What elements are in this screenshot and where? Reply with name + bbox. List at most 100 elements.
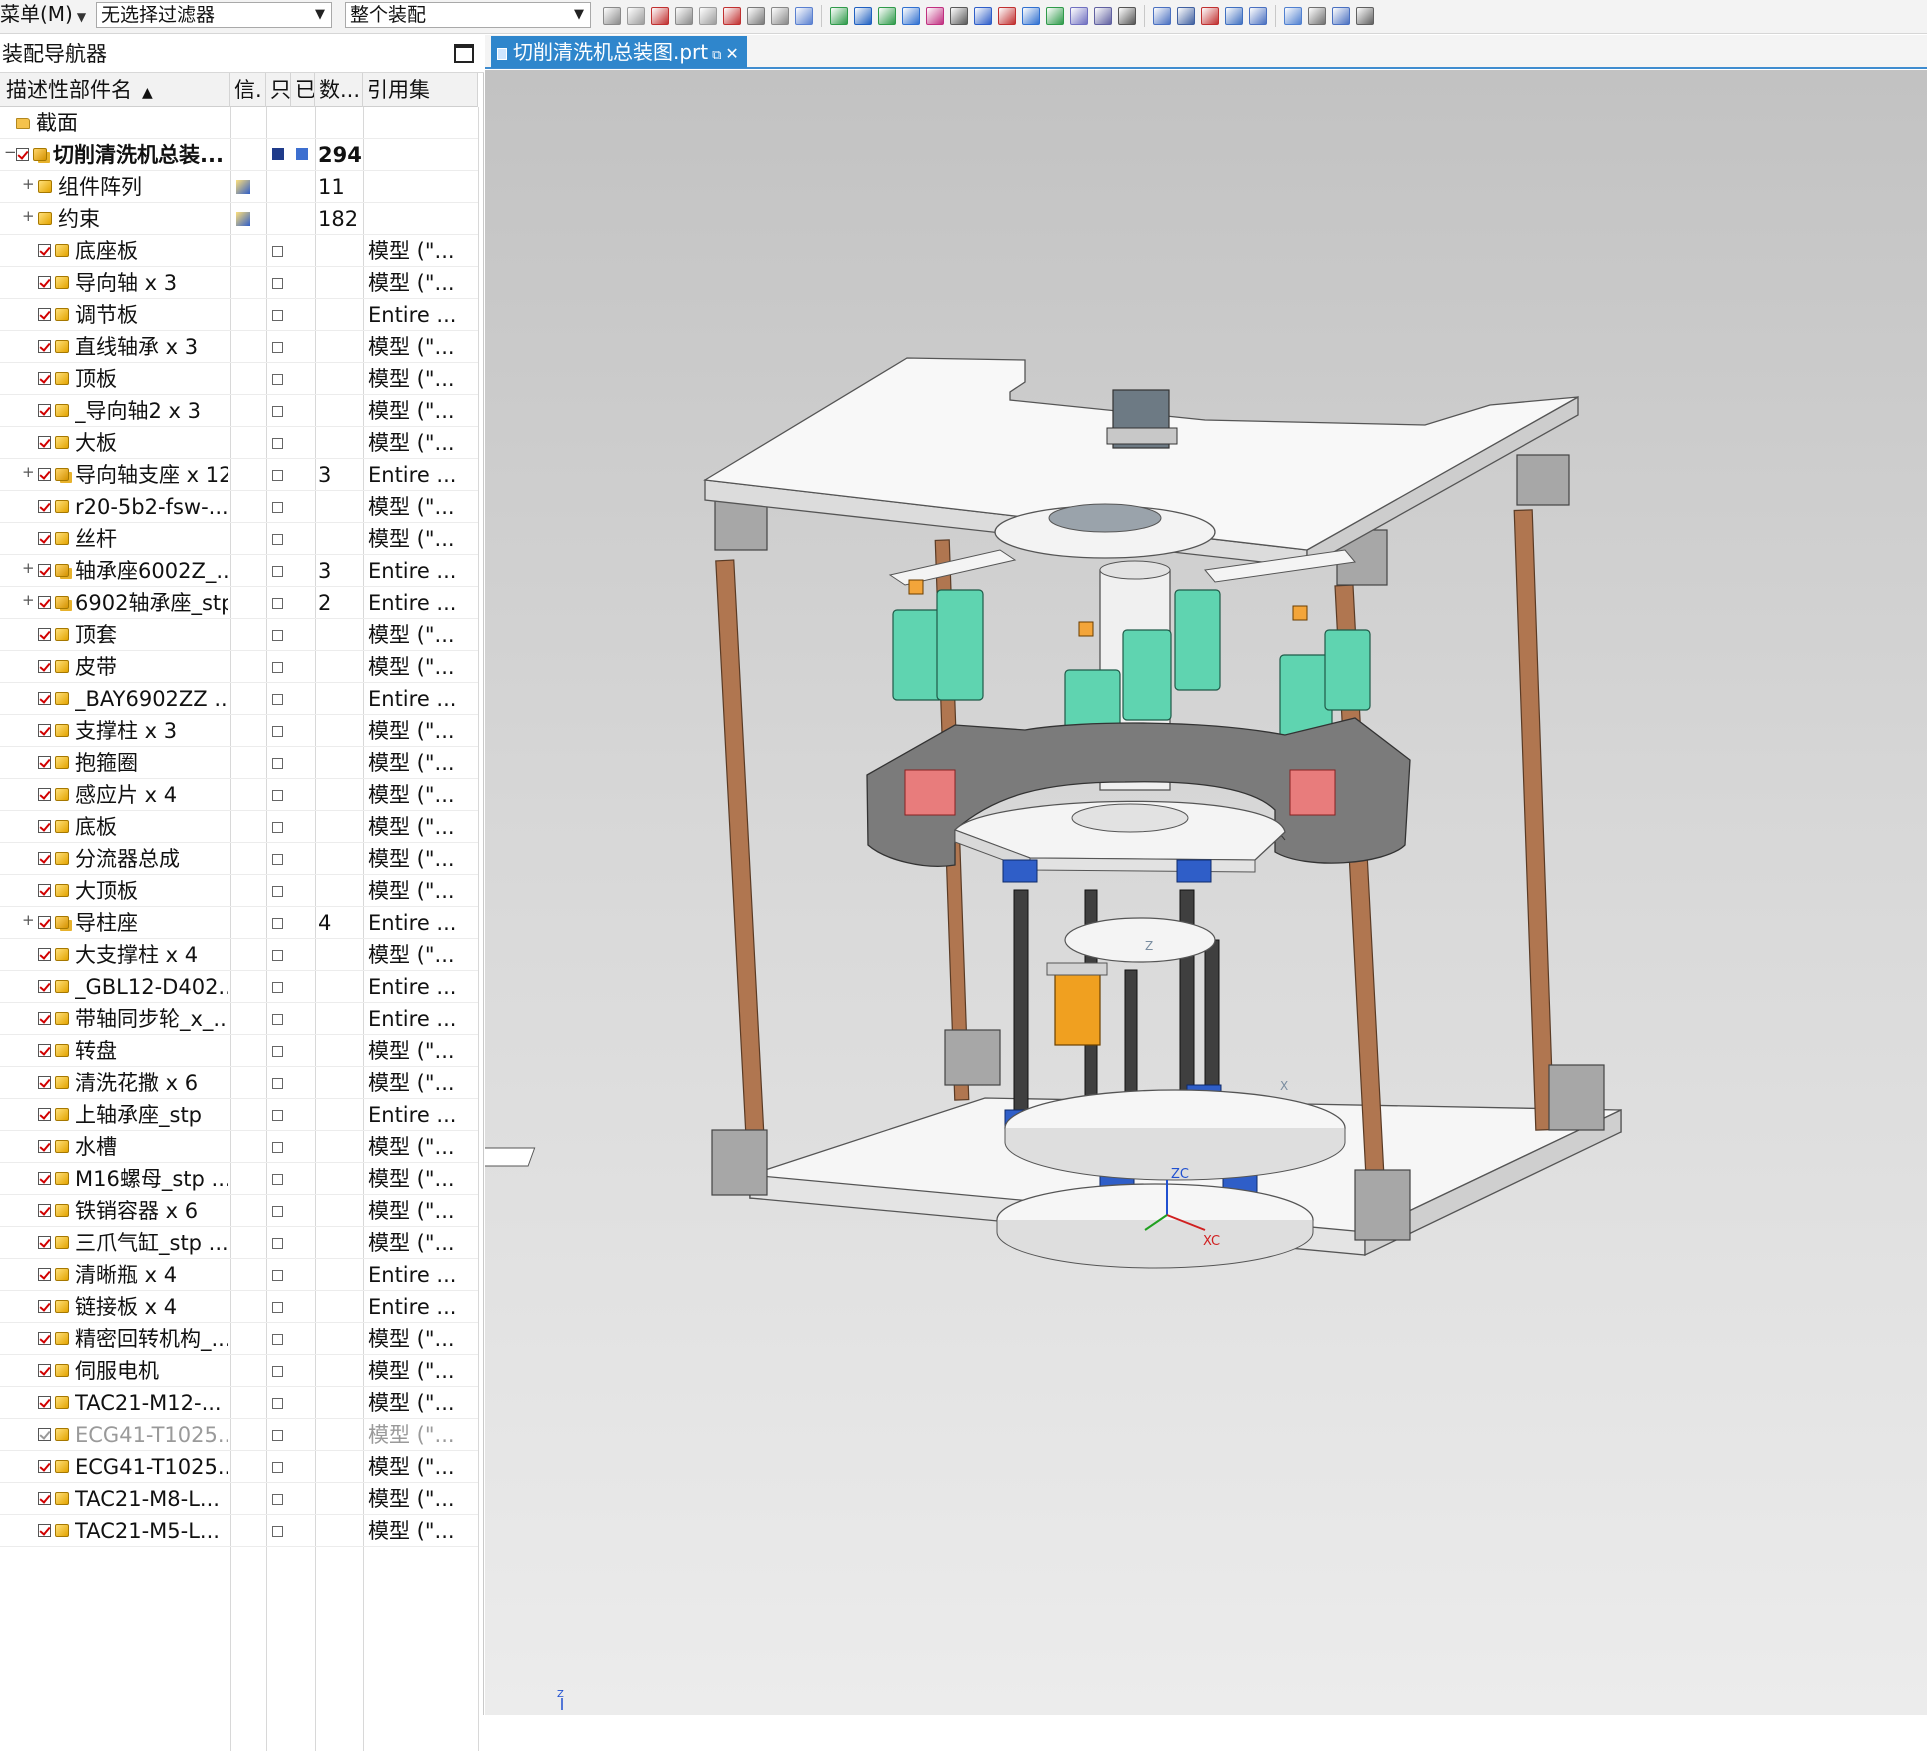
visibility-checkbox[interactable] bbox=[38, 884, 51, 897]
visibility-checkbox[interactable] bbox=[38, 596, 51, 609]
navigator-row[interactable]: + 组件阵列 11 bbox=[0, 171, 478, 203]
visibility-checkbox[interactable] bbox=[38, 1524, 51, 1537]
visibility-checkbox[interactable] bbox=[38, 692, 51, 705]
toolbar-tool-icon[interactable] bbox=[902, 7, 920, 25]
visibility-checkbox[interactable] bbox=[38, 1012, 51, 1025]
visibility-checkbox[interactable] bbox=[38, 276, 51, 289]
navigator-row[interactable]: 大支撑柱 x 4 模型 ("... bbox=[0, 939, 478, 971]
navigator-row[interactable]: 伺服电机 模型 ("... bbox=[0, 1355, 478, 1387]
collapse-icon[interactable]: − bbox=[4, 145, 17, 160]
toolbar-tool-icon[interactable] bbox=[998, 7, 1016, 25]
navigator-row[interactable]: 抱箍圈 模型 ("... bbox=[0, 747, 478, 779]
visibility-checkbox[interactable] bbox=[38, 244, 51, 257]
toolbar-tool-icon[interactable] bbox=[854, 7, 872, 25]
visibility-checkbox[interactable] bbox=[38, 564, 51, 577]
toolbar-tool-icon[interactable] bbox=[950, 7, 968, 25]
toolbar-tool-icon[interactable] bbox=[603, 7, 621, 25]
visibility-checkbox[interactable] bbox=[38, 1460, 51, 1473]
expand-icon[interactable]: + bbox=[22, 593, 35, 608]
toolbar-tool-icon[interactable] bbox=[1022, 7, 1040, 25]
maximize-icon[interactable] bbox=[454, 44, 474, 63]
toolbar-tool-icon[interactable] bbox=[926, 7, 944, 25]
navigator-row[interactable]: 导向轴 x 3 模型 ("... bbox=[0, 267, 478, 299]
navigator-row[interactable]: 水槽 模型 ("... bbox=[0, 1131, 478, 1163]
navigator-row[interactable]: + 约束 182 bbox=[0, 203, 478, 235]
navigator-row[interactable]: 顶套 模型 ("... bbox=[0, 619, 478, 651]
navigator-row[interactable]: 清洗花撒 x 6 模型 ("... bbox=[0, 1067, 478, 1099]
graphics-viewport[interactable]: ZC XC Z X Z bbox=[485, 70, 1927, 1715]
navigator-row[interactable]: ECG41-T1025... 模型 ("... bbox=[0, 1419, 478, 1451]
navigator-row[interactable]: 带轴同步轮_x_... Entire ... bbox=[0, 1003, 478, 1035]
navigator-row[interactable]: 丝杆 模型 ("... bbox=[0, 523, 478, 555]
column-modified[interactable]: 已 bbox=[291, 73, 315, 107]
navigator-row[interactable]: _GBL12-D402... Entire ... bbox=[0, 971, 478, 1003]
visibility-checkbox[interactable] bbox=[38, 660, 51, 673]
assembly-3d-model[interactable]: ZC XC Z X Z bbox=[485, 70, 1927, 1715]
visibility-checkbox[interactable] bbox=[38, 436, 51, 449]
selection-scope-dropdown[interactable]: 整个装配 ▼ bbox=[345, 2, 591, 28]
navigator-row[interactable]: ECG41-T1025... 模型 ("... bbox=[0, 1451, 478, 1483]
toolbar-tool-icon[interactable] bbox=[723, 7, 741, 25]
visibility-checkbox[interactable] bbox=[38, 308, 51, 321]
navigator-row[interactable]: 上轴承座_stp Entire ... bbox=[0, 1099, 478, 1131]
close-icon[interactable]: ✕ bbox=[725, 44, 738, 63]
toolbar-tool-icon[interactable] bbox=[1177, 7, 1195, 25]
expand-icon[interactable]: + bbox=[22, 209, 35, 224]
toolbar-tool-icon[interactable] bbox=[699, 7, 717, 25]
visibility-checkbox[interactable] bbox=[38, 1044, 51, 1057]
visibility-checkbox[interactable] bbox=[38, 1076, 51, 1089]
navigator-row[interactable]: TAC21-M5-L... 模型 ("... bbox=[0, 1515, 478, 1547]
visibility-checkbox[interactable] bbox=[38, 980, 51, 993]
toolbar-tool-icon[interactable] bbox=[747, 7, 765, 25]
navigator-row[interactable]: +6902轴承座_stp 2 Entire ... bbox=[0, 587, 478, 619]
navigator-row[interactable]: 感应片 x 4 模型 ("... bbox=[0, 779, 478, 811]
navigator-row[interactable]: 大顶板 模型 ("... bbox=[0, 875, 478, 907]
column-info[interactable]: 信. bbox=[230, 73, 266, 107]
visibility-checkbox[interactable] bbox=[38, 788, 51, 801]
visibility-checkbox[interactable] bbox=[38, 1268, 51, 1281]
toolbar-tool-icon[interactable] bbox=[795, 7, 813, 25]
navigator-row[interactable]: 顶板 模型 ("... bbox=[0, 363, 478, 395]
navigator-row[interactable]: 底座板 模型 ("... bbox=[0, 235, 478, 267]
visibility-checkbox[interactable] bbox=[38, 1108, 51, 1121]
navigator-row[interactable]: _BAY6902ZZ ... Entire ... bbox=[0, 683, 478, 715]
navigator-row[interactable]: + 轴承座6002Z_... 3 Entire ... bbox=[0, 555, 478, 587]
visibility-checkbox[interactable] bbox=[38, 916, 51, 929]
toolbar-tool-icon[interactable] bbox=[675, 7, 693, 25]
toolbar-tool-icon[interactable] bbox=[830, 7, 848, 25]
navigator-row[interactable]: 铁销容器 x 6 模型 ("... bbox=[0, 1195, 478, 1227]
navigator-row[interactable]: 链接板 x 4 Entire ... bbox=[0, 1291, 478, 1323]
visibility-checkbox[interactable] bbox=[38, 724, 51, 737]
visibility-checkbox[interactable] bbox=[38, 948, 51, 961]
visibility-checkbox[interactable] bbox=[38, 468, 51, 481]
expand-icon[interactable]: + bbox=[22, 177, 35, 192]
visibility-checkbox[interactable] bbox=[38, 1332, 51, 1345]
navigator-row[interactable]: 调节板 Entire ... bbox=[0, 299, 478, 331]
visibility-checkbox[interactable] bbox=[38, 628, 51, 641]
turntable-lower[interactable] bbox=[996, 1183, 1314, 1269]
visibility-checkbox[interactable] bbox=[38, 500, 51, 513]
toolbar-tool-icon[interactable] bbox=[1356, 7, 1374, 25]
navigator-row[interactable]: + 导向轴支座 x 12 3 Entire ... bbox=[0, 459, 478, 491]
navigator-row[interactable]: 清晰瓶 x 4 Entire ... bbox=[0, 1259, 478, 1291]
expand-icon[interactable]: + bbox=[22, 561, 35, 576]
navigator-row[interactable]: 底板 模型 ("... bbox=[0, 811, 478, 843]
visibility-checkbox[interactable] bbox=[38, 1204, 51, 1217]
visibility-checkbox[interactable] bbox=[38, 1300, 51, 1313]
selection-filter-dropdown[interactable]: 无选择过滤器 ▼ bbox=[96, 2, 332, 28]
visibility-checkbox[interactable] bbox=[38, 1364, 51, 1377]
toolbar-tool-icon[interactable] bbox=[1153, 7, 1171, 25]
expand-icon[interactable]: + bbox=[22, 465, 35, 480]
visibility-checkbox[interactable] bbox=[38, 1172, 51, 1185]
navigator-row[interactable]: TAC21-M12-... 模型 ("... bbox=[0, 1387, 478, 1419]
navigator-row[interactable]: 截面 bbox=[0, 107, 478, 139]
visibility-checkbox[interactable] bbox=[38, 340, 51, 353]
column-name[interactable]: 描述性部件名 ▲ bbox=[0, 73, 230, 107]
column-quantity[interactable]: 数... bbox=[315, 73, 363, 107]
toolbar-tool-icon[interactable] bbox=[878, 7, 896, 25]
toolbar-tool-icon[interactable] bbox=[771, 7, 789, 25]
toolbar-tool-icon[interactable] bbox=[1070, 7, 1088, 25]
visibility-checkbox[interactable] bbox=[38, 532, 51, 545]
toolbar-tool-icon[interactable] bbox=[1094, 7, 1112, 25]
menu-button[interactable]: 菜单(M) ▼ bbox=[0, 0, 86, 28]
